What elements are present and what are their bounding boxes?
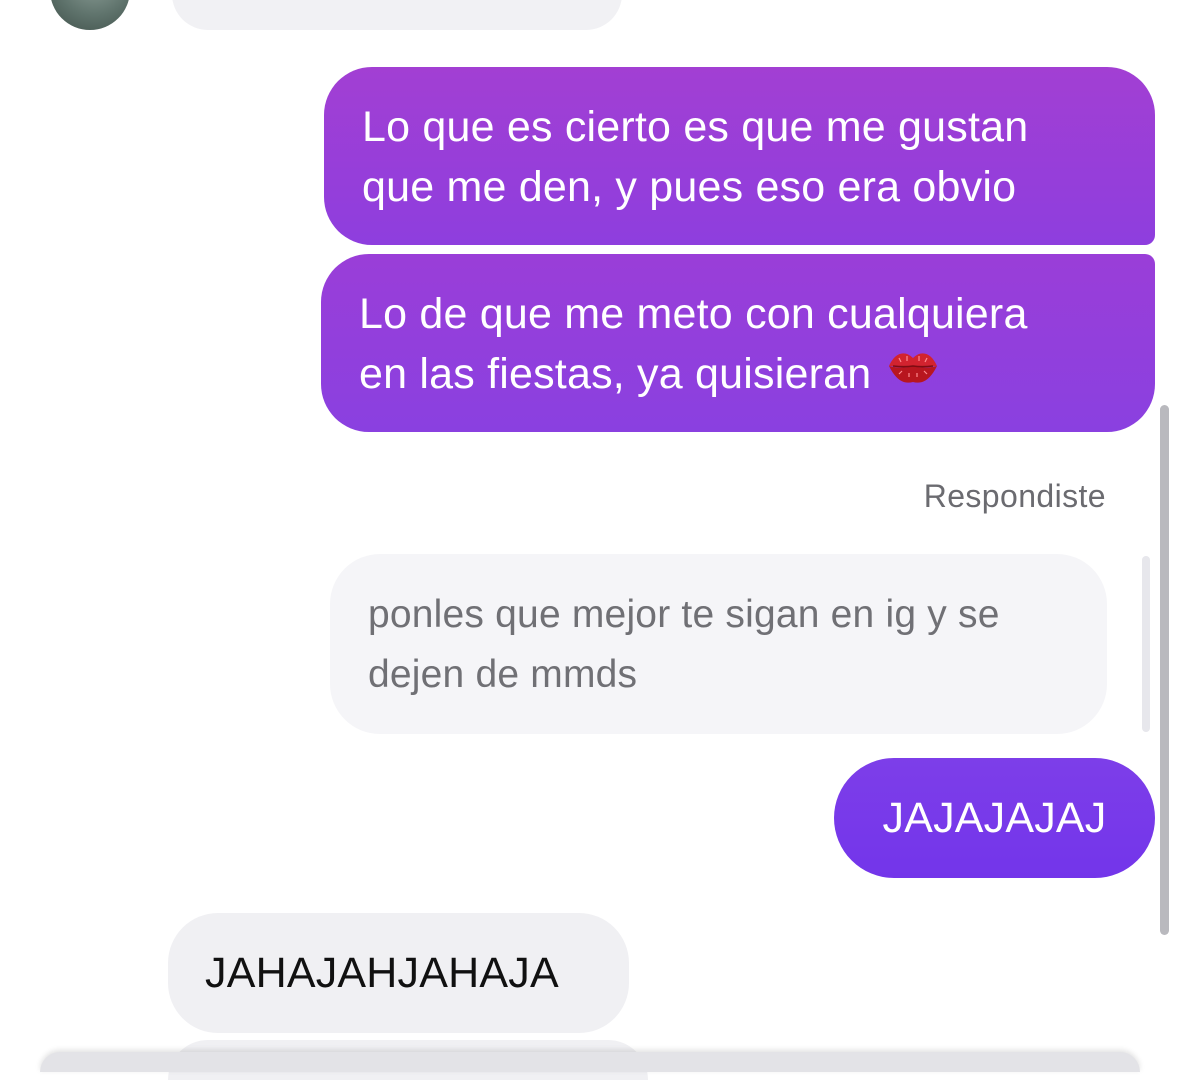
kiss-mark-icon: [885, 344, 941, 404]
reply-label: Respondiste: [923, 478, 1106, 514]
received-message-bubble[interactable]: JAHAJAHJAHAJA: [168, 913, 629, 1033]
message-text: JAJAJAJAJ: [882, 794, 1107, 842]
message-text-line: en las fiestas, ya quisieran: [359, 350, 872, 398]
quoted-text-line: dejen de mmds: [368, 653, 638, 696]
sent-message-bubble[interactable]: Lo de que me meto con cualquiera en las …: [321, 254, 1155, 432]
message-text-line: que me den, y pues eso era obvio: [362, 163, 1017, 211]
reply-indicator-bar: [1142, 556, 1150, 732]
sent-message-bubble[interactable]: Lo que es cierto es que me gustan que me…: [324, 67, 1155, 245]
quoted-text-line: ponles que mejor te sigan en ig y se: [368, 593, 1000, 636]
message-text-line: Lo de que me meto con cualquiera: [359, 290, 1028, 338]
message-text: JAHAJAHJAHAJA: [205, 949, 559, 997]
sent-message-bubble[interactable]: JAJAJAJAJ: [834, 758, 1155, 878]
composer-edge: [40, 1052, 1140, 1072]
quoted-message-bubble[interactable]: ponles que mejor te sigan en ig y se dej…: [330, 554, 1107, 734]
previous-received-bubble[interactable]: [172, 0, 622, 30]
contact-avatar[interactable]: [50, 0, 130, 30]
message-text-line: Lo que es cierto es que me gustan: [362, 103, 1029, 151]
chat-thread: Lo que es cierto es que me gustan que me…: [0, 0, 1179, 1080]
scrollbar[interactable]: [1160, 405, 1169, 935]
